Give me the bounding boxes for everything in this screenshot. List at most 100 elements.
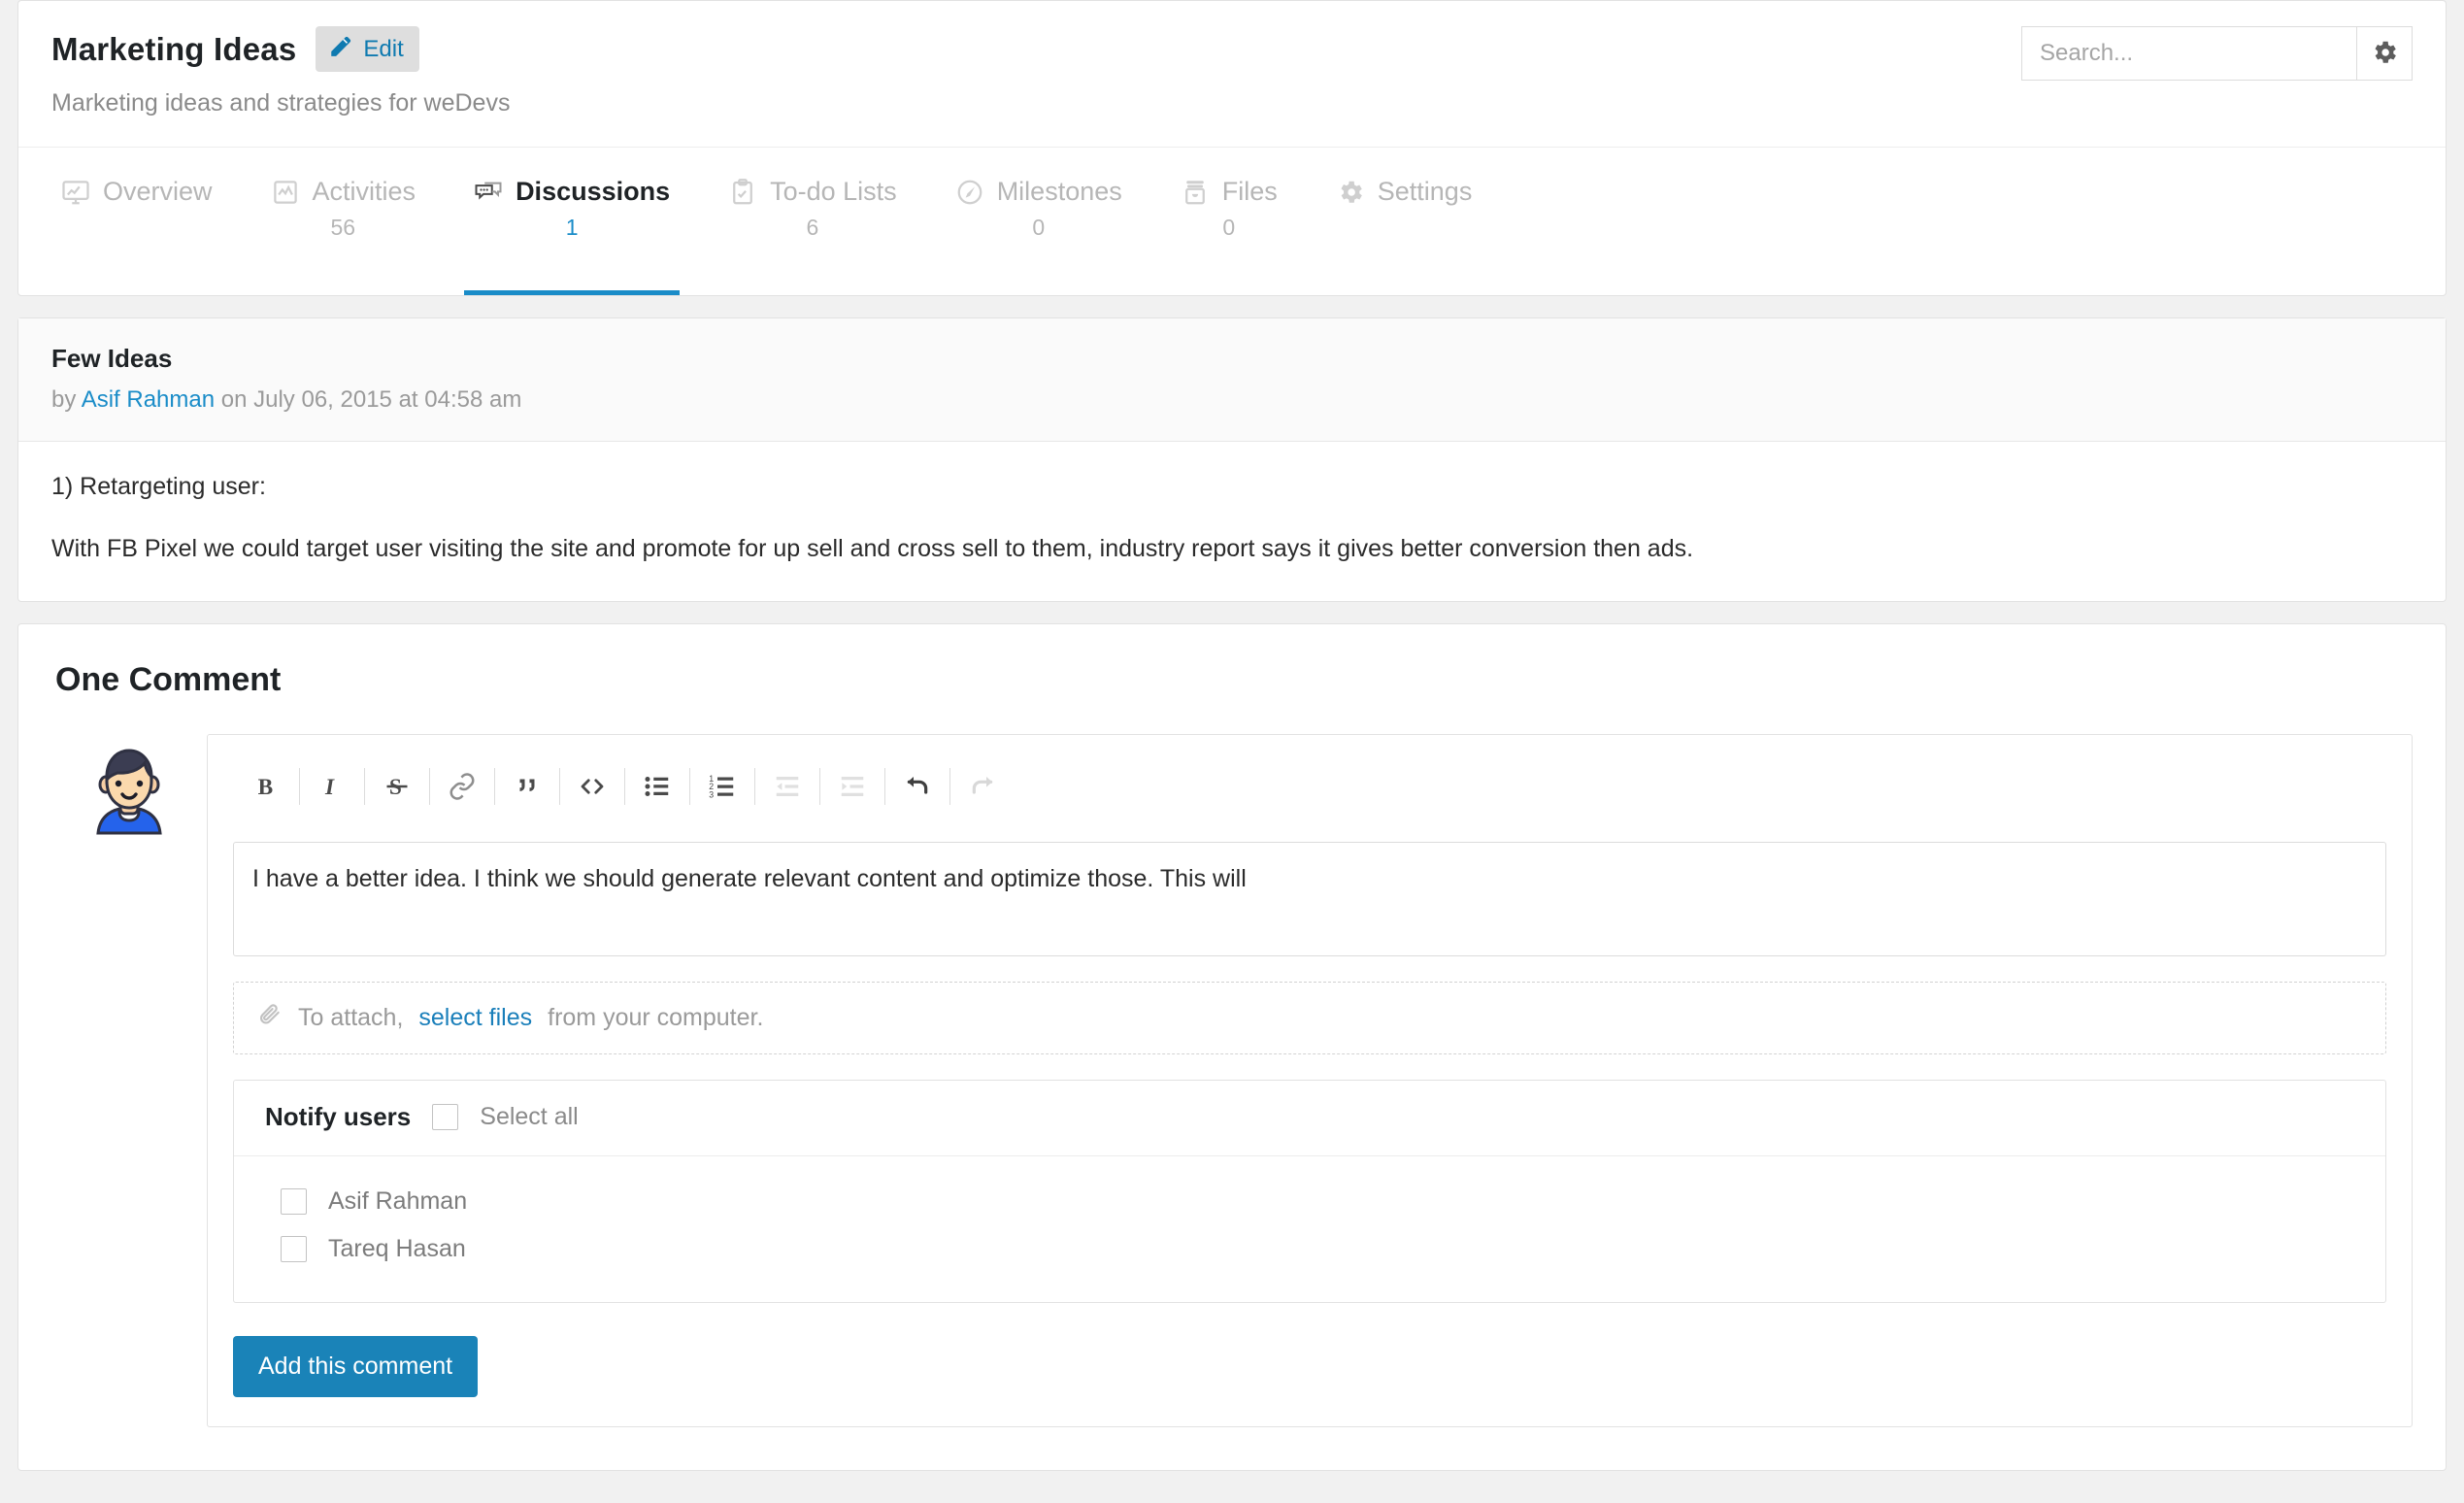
tab-activities[interactable]: Activities 56: [261, 148, 426, 295]
list-item[interactable]: Tareq Hasan: [281, 1227, 2354, 1275]
discussion-header: Few Ideas by Asif Rahman on July 06, 201…: [18, 318, 2446, 442]
archive-box-icon: [1181, 178, 1210, 207]
discussion-body: 1) Retargeting user: With FB Pixel we co…: [18, 442, 2446, 601]
tab-milestones-label: Milestones: [996, 177, 1122, 206]
tab-settings-label: Settings: [1377, 177, 1473, 206]
numbered-list-icon[interactable]: 1 2 3: [692, 758, 752, 815]
monitor-chart-icon: [61, 178, 90, 207]
quote-icon[interactable]: [497, 758, 557, 815]
toolbar-divider: [884, 767, 885, 805]
speedometer-icon: [955, 178, 984, 207]
tab-milestones[interactable]: Milestones 0: [946, 148, 1132, 295]
tab-activities-count: 56: [330, 215, 356, 240]
bold-icon[interactable]: B: [237, 758, 297, 815]
tab-overview-label: Overview: [103, 177, 213, 206]
attachment-dropzone[interactable]: To attach, select files from your comput…: [233, 981, 2386, 1054]
avatar-column: [51, 734, 207, 839]
svg-text:I: I: [324, 775, 335, 800]
editor-toolbar: B I S: [233, 758, 2386, 815]
strikethrough-icon[interactable]: S: [367, 758, 427, 815]
discussion-card: Few Ideas by Asif Rahman on July 06, 201…: [17, 317, 2447, 602]
project-tabs: Overview Activities 56 Discussions 1 To-…: [18, 148, 2446, 295]
discussion-paragraph: With FB Pixel we could target user visit…: [51, 534, 1694, 562]
toolbar-divider: [429, 767, 430, 805]
comments-card: One Comment B I 1 2 3 I have a better id…: [17, 622, 2447, 1471]
undo-icon[interactable]: [887, 758, 948, 815]
toolbar-divider: [819, 767, 820, 805]
discussion-title: Few Ideas: [51, 344, 173, 373]
gear-icon: [1336, 178, 1365, 207]
notify-users-title: Notify users: [265, 1101, 412, 1131]
tab-discussions[interactable]: Discussions 1: [464, 148, 681, 295]
discussion-date: on July 06, 2015 at 04:58 am: [220, 386, 522, 413]
search-input[interactable]: [2021, 26, 2356, 81]
add-comment-button[interactable]: Add this comment: [233, 1335, 479, 1397]
toolbar-divider: [494, 767, 495, 805]
notify-users-list: Asif Rahman Tareq Hasan: [234, 1156, 2385, 1302]
comment-editor: B I S: [207, 733, 2413, 1427]
tab-discussions-label: Discussions: [516, 177, 671, 206]
notify-users-header: Notify users Select all: [234, 1081, 2385, 1156]
comment-bubbles-icon: [474, 178, 503, 207]
indent-icon[interactable]: [822, 758, 882, 815]
svg-text:3: 3: [709, 789, 714, 799]
code-icon[interactable]: [562, 758, 622, 815]
by-prefix: by: [51, 386, 77, 413]
toolbar-divider: [364, 767, 365, 805]
select-all-label: Select all: [480, 1102, 579, 1130]
settings-gear-button[interactable]: [2356, 26, 2413, 81]
paperclip-icon: [257, 1002, 283, 1034]
tab-overview-main: Overview: [61, 177, 213, 207]
tab-files-label: Files: [1221, 177, 1278, 206]
pencil-icon: [328, 33, 353, 65]
toolbar-divider: [624, 767, 625, 805]
tab-todo-lists-main: To-do Lists: [728, 177, 897, 207]
clipboard-check-icon: [728, 178, 757, 207]
toolbar-divider: [299, 767, 300, 805]
notify-users-panel: Notify users Select all Asif Rahman Tare…: [233, 1079, 2386, 1303]
tab-discussions-main: Discussions: [474, 177, 670, 207]
notify-user-checkbox[interactable]: [281, 1235, 307, 1262]
tab-todo-lists[interactable]: To-do Lists 6: [718, 148, 907, 295]
comment-form-row: B I S: [51, 733, 2413, 1427]
link-icon[interactable]: [432, 758, 492, 815]
avatar: [51, 740, 207, 839]
tab-files[interactable]: Files 0: [1171, 148, 1287, 295]
toolbar-divider: [949, 767, 950, 805]
tab-milestones-count: 0: [1032, 215, 1046, 240]
tab-settings-main: Settings: [1336, 177, 1473, 207]
comment-input[interactable]: [233, 841, 2386, 956]
tab-activities-label: Activities: [312, 177, 416, 206]
select-all-checkbox[interactable]: [432, 1103, 459, 1130]
outdent-icon[interactable]: [757, 758, 817, 815]
attach-suffix: from your computer.: [548, 1003, 764, 1031]
discussion-paragraph: 1) Retargeting user:: [51, 473, 266, 500]
search-area: [2021, 26, 2413, 81]
notify-user-name: Asif Rahman: [328, 1186, 468, 1215]
bullet-list-icon[interactable]: [627, 758, 687, 815]
toolbar-divider: [689, 767, 690, 805]
toolbar-divider: [559, 767, 560, 805]
activity-graph-icon: [271, 178, 300, 207]
discussion-meta: by Asif Rahman on July 06, 2015 at 04:58…: [51, 386, 2413, 414]
list-item[interactable]: Asif Rahman: [281, 1180, 2354, 1227]
comments-heading: One Comment: [55, 660, 282, 698]
svg-text:B: B: [258, 775, 274, 800]
project-header-top: Marketing Ideas Edit Marketing ideas and…: [18, 1, 2446, 148]
notify-user-checkbox[interactable]: [281, 1187, 307, 1215]
discussion-author-link[interactable]: Asif Rahman: [82, 386, 215, 413]
italic-icon[interactable]: I: [302, 758, 362, 815]
project-header-card: Marketing Ideas Edit Marketing ideas and…: [17, 0, 2447, 296]
tab-settings[interactable]: Settings: [1326, 148, 1482, 295]
tab-discussions-count: 1: [565, 215, 579, 240]
tab-todo-lists-label: To-do Lists: [770, 177, 897, 206]
tab-milestones-main: Milestones: [955, 177, 1122, 207]
tab-overview[interactable]: Overview: [51, 148, 222, 295]
edit-project-button[interactable]: Edit: [316, 26, 419, 72]
tab-activities-main: Activities: [271, 177, 416, 207]
redo-icon[interactable]: [952, 758, 1013, 815]
select-files-link[interactable]: select files: [418, 1004, 532, 1032]
gear-icon: [2370, 38, 2399, 70]
notify-user-name: Tareq Hasan: [328, 1234, 466, 1262]
edit-project-label: Edit: [363, 35, 404, 62]
